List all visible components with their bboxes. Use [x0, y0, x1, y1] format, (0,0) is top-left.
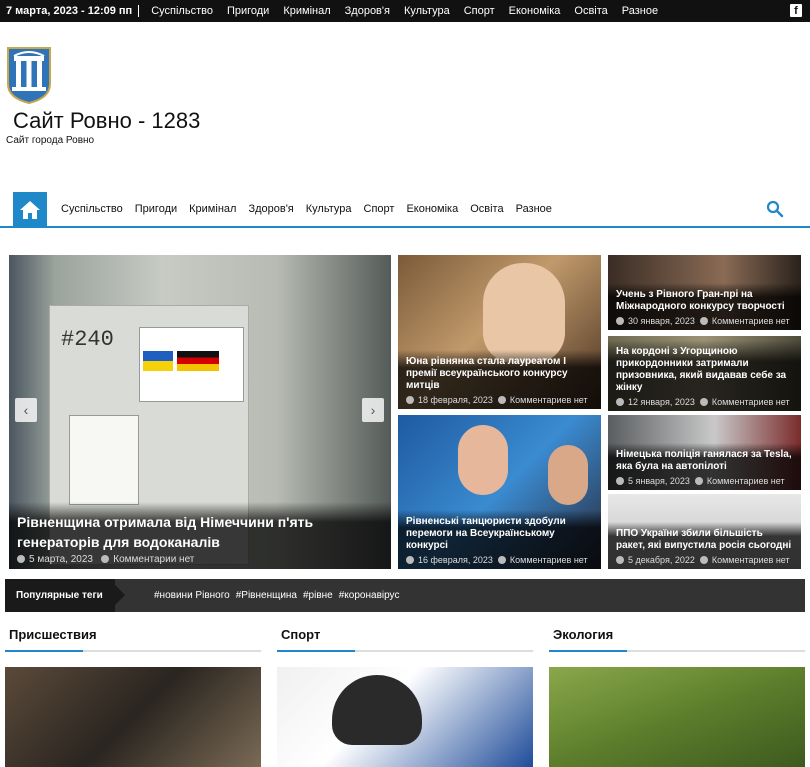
right-card-4-comments: Комментариев нет — [711, 555, 790, 565]
top-link-ekonomika[interactable]: Економіка — [509, 5, 561, 17]
right-card-3-title[interactable]: Німецька поліція ганялася за Tesla, яка … — [616, 449, 793, 473]
main-nav: Суспільство Пригоди Кримінал Здоров'я Ку… — [0, 190, 810, 228]
clock-icon — [616, 477, 624, 485]
top-link-suspilstvo[interactable]: Суспільство — [151, 5, 213, 17]
nav-item-raznoe[interactable]: Разное — [516, 203, 552, 215]
nav-item-suspilstvo[interactable]: Суспільство — [61, 203, 123, 215]
nav-item-sport[interactable]: Спорт — [364, 203, 395, 215]
top-bar: 7 марта, 2023 - 12:09 пп Суспільство При… — [0, 0, 810, 22]
current-date: 7 марта, 2023 - 12:09 пп — [6, 5, 140, 17]
right-card-2-comments: Комментариев нет — [711, 397, 790, 407]
top-link-raznoe[interactable]: Разное — [622, 5, 658, 17]
facebook-icon[interactable]: f — [790, 4, 802, 17]
nav-item-zdorovia[interactable]: Здоров'я — [248, 203, 293, 215]
right-card-1-date: 30 января, 2023 — [628, 316, 695, 326]
section-prisshestviya: Присшествия — [5, 620, 261, 767]
slider-meta: 5 марта, 2023 Комментарии нет — [17, 555, 383, 565]
site-logo[interactable] — [6, 46, 52, 105]
section-image[interactable] — [277, 667, 533, 767]
tag-rivnenshchyna[interactable]: #Рівненщина — [236, 579, 297, 612]
middle-card-1-comments: Комментариев нет — [509, 395, 588, 405]
section-title[interactable]: Спорт — [277, 620, 533, 652]
slider-date: 5 марта, 2023 — [29, 554, 93, 565]
right-card-1-comments: Комментариев нет — [711, 316, 790, 326]
clock-icon — [406, 556, 414, 564]
comment-icon — [699, 556, 708, 564]
middle-card-1[interactable]: Юна рівнянка стала лауреатом І премії вс… — [398, 255, 601, 409]
nav-item-pryhody[interactable]: Пригоди — [135, 203, 177, 215]
section-image[interactable] — [5, 667, 261, 767]
right-card-3[interactable]: Німецька поліція ганялася за Tesla, яка … — [608, 415, 801, 490]
right-card-4[interactable]: ППО України збили більшість ракет, які в… — [608, 494, 801, 569]
slider-next-button[interactable]: › — [362, 398, 384, 422]
popular-tags-label: Популярные теги — [5, 579, 125, 612]
top-link-sport[interactable]: Спорт — [464, 5, 495, 17]
slider-title[interactable]: Рівненщина отримала від Німеччини п'ять … — [17, 512, 383, 552]
top-link-zdorovia[interactable]: Здоров'я — [345, 5, 390, 17]
comment-icon — [101, 555, 110, 563]
top-links: Суспільство Пригоди Кримінал Здоров'я Ку… — [145, 5, 666, 17]
section-sport: Спорт — [277, 620, 533, 767]
section-image[interactable] — [549, 667, 805, 767]
child-photo — [483, 263, 565, 363]
home-icon — [20, 201, 40, 219]
popular-tags-bar: Популярные теги #новини Рівного #Рівненщ… — [5, 579, 805, 612]
nav-item-kultura[interactable]: Культура — [306, 203, 352, 215]
slider-prev-button[interactable]: ‹ — [15, 398, 37, 422]
middle-card-2-title[interactable]: Рівненські танцюристи здобули перемоги н… — [406, 516, 593, 552]
right-card-2[interactable]: На кордоні з Угорщиною прикордонники зат… — [608, 336, 801, 411]
clock-icon — [406, 396, 414, 404]
right-card-1-title[interactable]: Учень з Рівного Гран-прі на Міжнародного… — [616, 289, 793, 313]
nav-item-osvita[interactable]: Освіта — [470, 203, 503, 215]
site-description: Сайт города Ровно — [6, 135, 95, 146]
site-title[interactable]: Сайт Ровно - 1283 — [13, 108, 200, 134]
germany-flag — [177, 351, 219, 371]
comment-icon — [694, 477, 703, 485]
home-button[interactable] — [13, 192, 47, 228]
tag-novyny-rivnoho[interactable]: #новини Рівного — [154, 579, 230, 612]
clock-icon — [17, 555, 25, 563]
middle-card-2-comments: Комментариев нет — [509, 555, 588, 565]
search-icon[interactable] — [766, 200, 784, 218]
dancer-photo-2 — [548, 445, 588, 505]
right-card-1[interactable]: Учень з Рівного Гран-прі на Міжнародного… — [608, 255, 801, 330]
athlete-helmet — [332, 675, 422, 745]
clock-icon — [616, 317, 624, 325]
nav-item-kryminal[interactable]: Кримінал — [189, 203, 236, 215]
comment-icon — [497, 556, 506, 564]
top-link-pryhody[interactable]: Пригоди — [227, 5, 269, 17]
middle-card-2-date: 16 февраля, 2023 — [418, 555, 493, 565]
right-card-4-date: 5 декабря, 2022 — [628, 555, 695, 565]
right-card-3-comments: Комментариев нет — [706, 476, 785, 486]
sticker-number: #240 — [61, 327, 114, 352]
section-title[interactable]: Экология — [549, 620, 805, 652]
right-card-4-title[interactable]: ППО України збили більшість ракет, які в… — [616, 528, 793, 552]
ukraine-flag — [143, 351, 173, 371]
top-link-kryminal[interactable]: Кримінал — [283, 5, 330, 17]
section-title[interactable]: Присшествия — [5, 620, 261, 652]
middle-card-1-date: 18 февраля, 2023 — [418, 395, 493, 405]
right-card-2-title[interactable]: На кордоні з Угорщиною прикордонники зат… — [616, 346, 793, 394]
slider-comments: Комментарии нет — [113, 554, 195, 565]
middle-card-2[interactable]: Рівненські танцюристи здобули перемоги н… — [398, 415, 601, 569]
comment-icon — [497, 396, 506, 404]
right-card-3-date: 5 января, 2023 — [628, 476, 690, 486]
comment-icon — [699, 398, 708, 406]
generator-sticker — [139, 327, 244, 402]
document-sheet — [69, 415, 139, 505]
nav-item-ekonomika[interactable]: Економіка — [406, 203, 458, 215]
comment-icon — [699, 317, 708, 325]
slider-main[interactable]: #240 Рівненщина отримала від Німеччини п… — [9, 255, 391, 569]
tag-koronavirus[interactable]: #коронавірус — [339, 579, 400, 612]
top-link-osvita[interactable]: Освіта — [574, 5, 607, 17]
tag-rivne[interactable]: #рівне — [303, 579, 333, 612]
clock-icon — [616, 398, 624, 406]
clock-icon — [616, 556, 624, 564]
right-card-2-date: 12 января, 2023 — [628, 397, 695, 407]
top-link-kultura[interactable]: Культура — [404, 5, 450, 17]
middle-card-1-title[interactable]: Юна рівнянка стала лауреатом І премії вс… — [406, 356, 593, 392]
section-ekologiya: Экология — [549, 620, 805, 767]
dancer-photo — [458, 425, 508, 495]
